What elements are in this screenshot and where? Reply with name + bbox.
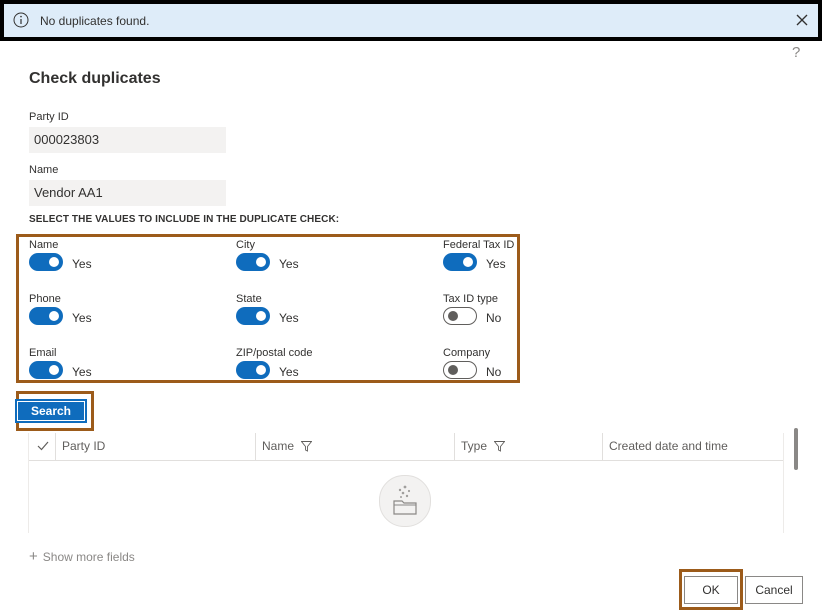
search-button[interactable]: Search: [15, 399, 87, 423]
filter-icon[interactable]: [301, 441, 313, 453]
plus-icon: +: [29, 548, 38, 565]
zip-switch[interactable]: [236, 361, 270, 379]
email-switch[interactable]: [29, 361, 63, 379]
ok-button[interactable]: OK: [684, 576, 738, 604]
column-label: Party ID: [62, 439, 106, 453]
page-title: Check duplicates: [29, 70, 161, 87]
toggle-value: No: [486, 311, 502, 325]
phone-switch[interactable]: [29, 307, 63, 325]
column-label: Name: [262, 439, 295, 453]
empty-folder-icon: [379, 475, 431, 527]
info-icon: [13, 12, 29, 28]
toggle-label: Company: [443, 347, 491, 359]
toggle-label: ZIP/postal code: [236, 347, 313, 359]
section-label: SELECT THE VALUES TO INCLUDE IN THE DUPL…: [29, 214, 340, 225]
column-label: Type: [461, 439, 488, 453]
select-all-column[interactable]: [29, 433, 56, 460]
checkmark-icon: [37, 441, 49, 451]
toggle-value: Yes: [279, 311, 299, 325]
toggle-label: Tax ID type: [443, 293, 499, 305]
results-grid: Party ID Name Type Created date and time: [28, 433, 784, 533]
column-type[interactable]: Type: [455, 433, 603, 460]
show-more-label: Show more fields: [42, 550, 135, 564]
toggle-value: Yes: [486, 257, 506, 271]
state-switch[interactable]: [236, 307, 270, 325]
toggle-value: Yes: [72, 311, 92, 325]
toggle-value: Yes: [279, 365, 299, 379]
federal-tax-id-switch[interactable]: [443, 253, 477, 271]
folder-icon: [393, 485, 417, 515]
tax-id-type-switch[interactable]: [443, 307, 477, 325]
toggle-label: State: [236, 293, 262, 305]
company-switch[interactable]: [443, 361, 477, 379]
column-party-id[interactable]: Party ID: [56, 433, 256, 460]
party-id-label: Party ID: [29, 111, 69, 123]
notification-bar: No duplicates found.: [0, 0, 822, 41]
column-created[interactable]: Created date and time: [603, 433, 783, 460]
column-name[interactable]: Name: [256, 433, 455, 460]
show-more-fields-link[interactable]: + Show more fields: [29, 548, 135, 565]
help-icon[interactable]: ?: [792, 44, 800, 61]
name-label: Name: [29, 164, 59, 176]
column-label: Created date and time: [609, 439, 728, 453]
city-switch[interactable]: [236, 253, 270, 271]
toggle-label: Name: [29, 239, 59, 251]
toggle-value: Yes: [72, 365, 92, 379]
grid-scrollbar[interactable]: [794, 428, 798, 470]
toggle-label: Federal Tax ID: [443, 239, 515, 251]
toggle-label: City: [236, 239, 255, 251]
toggle-label: Phone: [29, 293, 61, 305]
close-icon[interactable]: [792, 10, 812, 30]
cancel-button[interactable]: Cancel: [745, 576, 803, 604]
toggle-value: Yes: [72, 257, 92, 271]
notification-text: No duplicates found.: [40, 14, 150, 28]
filter-icon[interactable]: [494, 441, 506, 453]
toggle-value: No: [486, 365, 502, 379]
grid-header: Party ID Name Type Created date and time: [29, 433, 783, 461]
toggle-value: Yes: [279, 257, 299, 271]
toggle-label: Email: [29, 347, 57, 359]
name-field[interactable]: Vendor AA1: [29, 180, 226, 206]
party-id-field[interactable]: 000023803: [29, 127, 226, 153]
notification-body: No duplicates found.: [4, 4, 818, 37]
name-switch[interactable]: [29, 253, 63, 271]
